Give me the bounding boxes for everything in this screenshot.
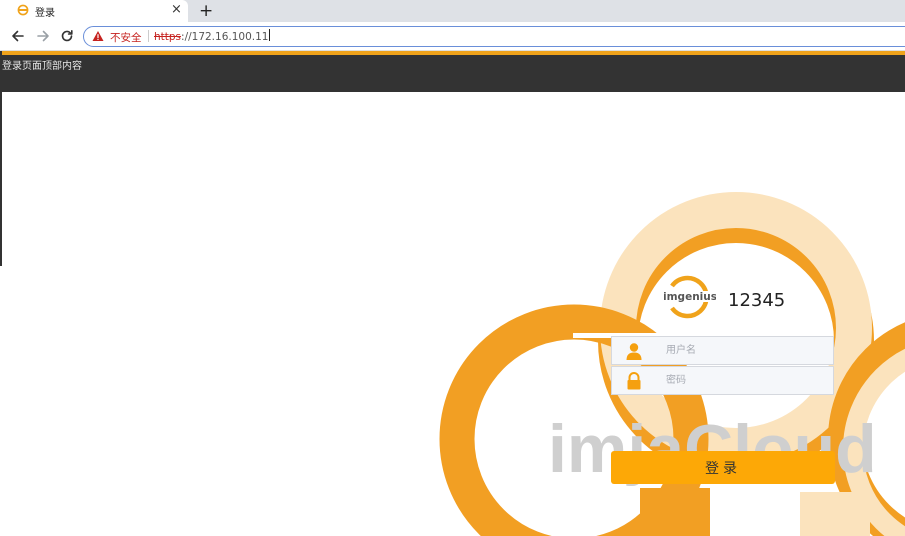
username-input[interactable]	[666, 342, 826, 359]
username-icon-box	[612, 337, 656, 364]
page-header: 登录页面顶部内容	[2, 55, 905, 92]
url-host: ://172.16.100.11	[181, 31, 269, 43]
address-separator	[148, 30, 149, 42]
login-button[interactable]: 登录	[611, 451, 835, 484]
imgenius-logo: imgenius	[664, 275, 716, 319]
address-bar[interactable]: 不安全 https://172.16.100.11	[83, 26, 905, 47]
url-scheme: https	[154, 31, 182, 43]
site-number: 12345	[728, 290, 786, 311]
not-secure-label[interactable]: 不安全	[110, 30, 142, 45]
lock-icon	[627, 372, 641, 390]
text-caret	[269, 29, 271, 41]
password-field[interactable]	[611, 366, 834, 395]
password-input[interactable]	[666, 372, 826, 389]
url-text[interactable]: https://172.16.100.11	[154, 29, 271, 43]
new-tab-button[interactable]: +	[199, 0, 213, 22]
not-secure-warning-icon[interactable]	[92, 30, 104, 42]
reload-icon[interactable]	[59, 28, 75, 44]
tab-close-icon[interactable]: ×	[171, 2, 182, 17]
user-icon	[626, 343, 642, 360]
header-text: 登录页面顶部内容	[2, 61, 82, 72]
tab-strip: 登录 × +	[0, 0, 905, 22]
forward-arrow-icon[interactable]	[35, 28, 51, 44]
username-field[interactable]	[611, 336, 834, 365]
browser-tab[interactable]: 登录 ×	[0, 0, 188, 22]
password-icon-box	[612, 367, 656, 394]
browser-toolbar: 不安全 https://172.16.100.11	[0, 22, 905, 51]
site-favicon-icon	[17, 4, 29, 16]
back-arrow-icon[interactable]	[10, 28, 26, 44]
logo-text: imgenius	[664, 291, 716, 303]
tab-title: 登录	[35, 8, 55, 19]
